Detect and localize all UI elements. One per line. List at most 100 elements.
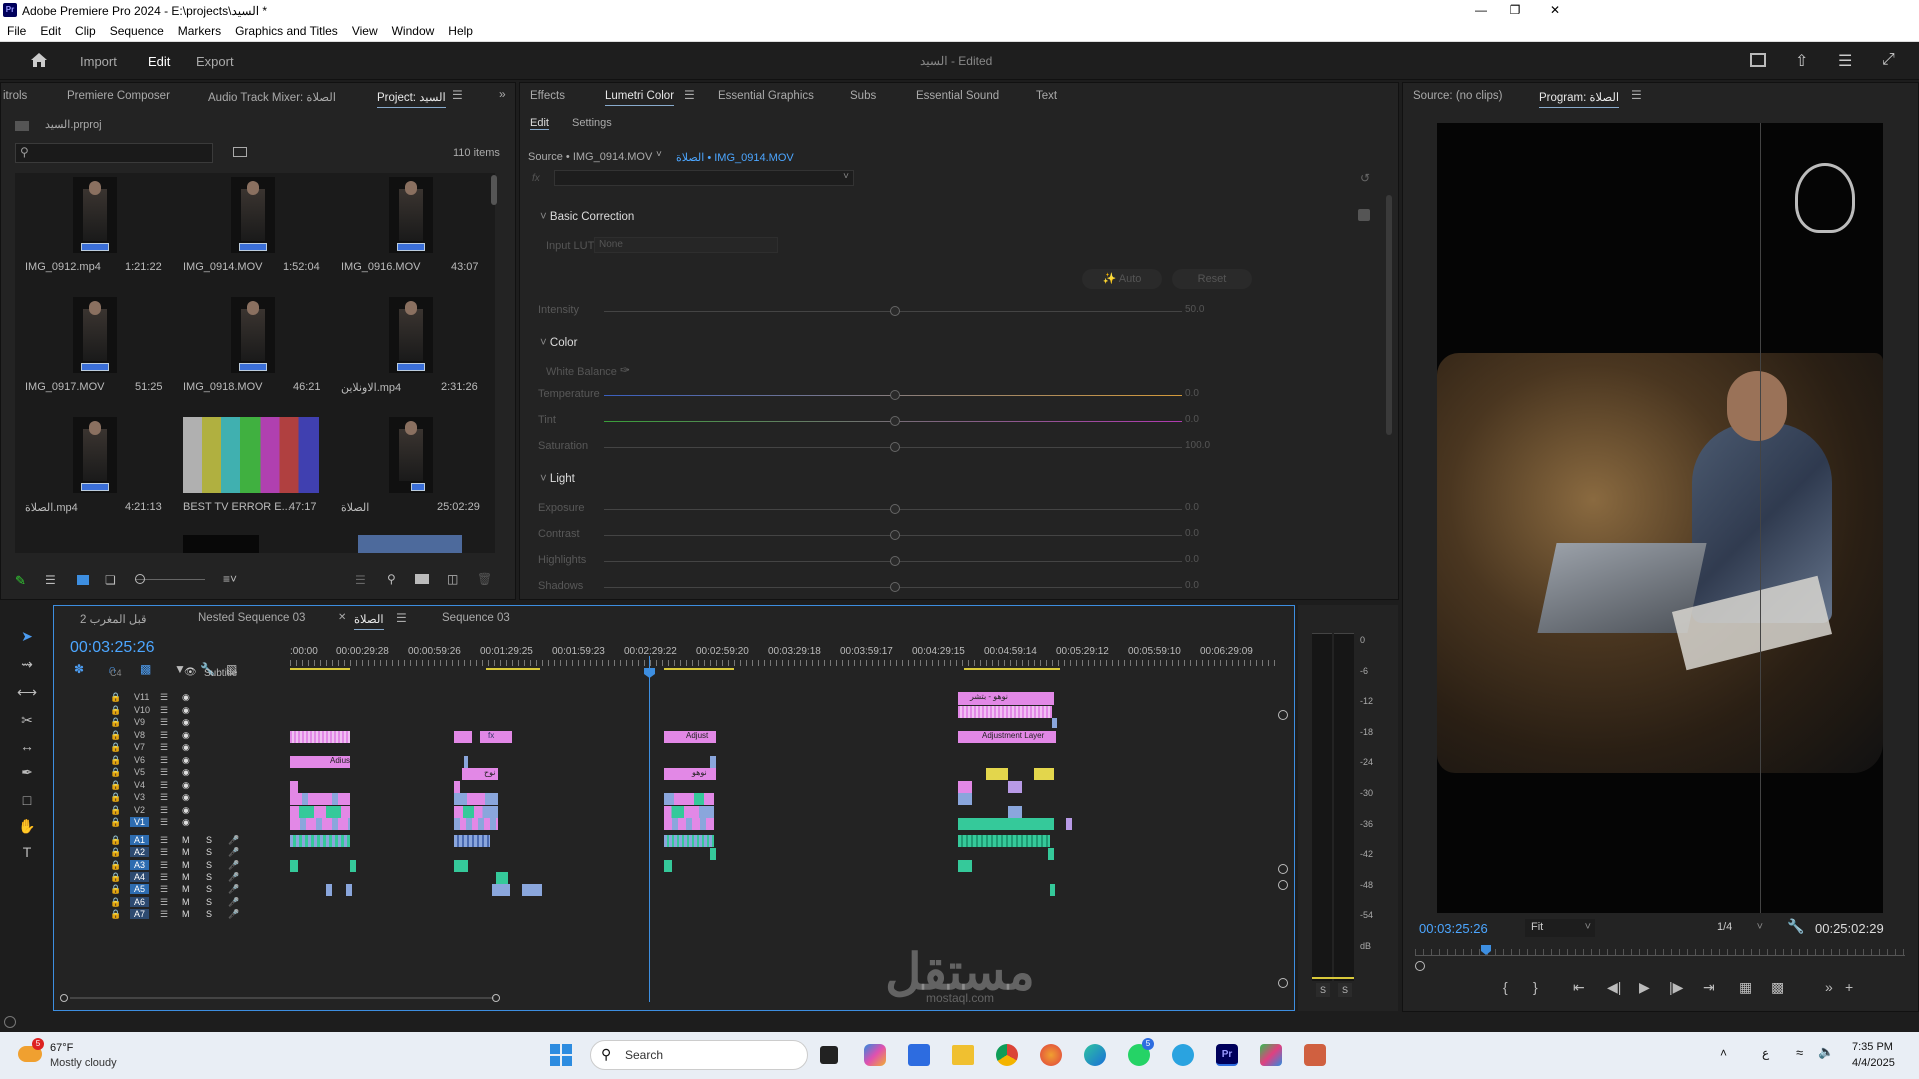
clip-a3[interactable] xyxy=(290,860,298,872)
clip-v8[interactable] xyxy=(454,731,472,743)
track-label[interactable]: A3 xyxy=(130,859,150,870)
sync-lock-icon[interactable]: ☰ xyxy=(160,780,168,791)
section-light[interactable]: ˅ Light xyxy=(540,473,575,485)
timeline-timecode[interactable]: 00:03:25:26 xyxy=(70,639,155,657)
firefox-icon[interactable] xyxy=(1040,1044,1062,1066)
menu-sequence[interactable]: Sequence xyxy=(103,22,171,38)
workspaces-menu-icon[interactable]: ☰ xyxy=(1838,51,1852,71)
sync-lock-icon[interactable]: ☰ xyxy=(160,805,168,816)
sync-lock-icon[interactable]: ☰ xyxy=(160,872,168,883)
app-icon[interactable] xyxy=(1304,1044,1326,1066)
video-track-header[interactable]: 🔒 V4 ☰ ◉ xyxy=(84,780,284,792)
lock-icon[interactable]: 🔒 xyxy=(110,860,121,871)
solo-button[interactable]: S xyxy=(206,872,212,882)
eye-icon[interactable]: ◉ xyxy=(182,780,190,791)
reset-effect-icon[interactable]: ↺ xyxy=(1360,171,1370,185)
menu-markers[interactable]: Markers xyxy=(171,22,228,38)
voiceover-mic-icon[interactable]: 🎤 xyxy=(228,835,239,846)
menu-file[interactable]: File xyxy=(0,22,33,38)
voiceover-mic-icon[interactable]: 🎤 xyxy=(228,860,239,871)
sync-lock-icon[interactable]: ☰ xyxy=(160,717,168,728)
automate-icon[interactable]: ☰ xyxy=(355,573,366,587)
fit-dropdown[interactable]: Fit ˅ xyxy=(1525,919,1595,937)
contrast-slider[interactable]: Contrast 0.0 xyxy=(520,525,1380,545)
sync-lock-icon[interactable]: ☰ xyxy=(160,835,168,846)
copilot-icon[interactable] xyxy=(864,1044,886,1066)
new-bin-icon[interactable] xyxy=(415,574,429,584)
minimize-button[interactable]: — xyxy=(1466,0,1496,22)
clip-a1[interactable] xyxy=(664,835,714,847)
solo-button[interactable]: S xyxy=(206,897,212,907)
clip-v6[interactable] xyxy=(464,756,468,768)
chrome-icon[interactable] xyxy=(996,1044,1018,1066)
lock-icon[interactable]: 🔒 xyxy=(110,692,121,703)
resolution-dropdown[interactable]: 1/4 ˅ xyxy=(1711,919,1767,937)
home-icon[interactable] xyxy=(30,52,48,68)
eyedropper-icon[interactable]: ✑ xyxy=(620,363,630,377)
app-icon[interactable] xyxy=(1260,1044,1282,1066)
eye-icon[interactable]: ◉ xyxy=(182,792,190,803)
icon-view-icon[interactable] xyxy=(77,575,89,585)
eye-icon[interactable]: ◉ xyxy=(182,817,190,828)
video-track-header[interactable]: 🔒 V6 ☰ ◉ xyxy=(84,755,284,767)
clock-date[interactable]: 4/4/2025 xyxy=(1852,1057,1895,1069)
clip-a1[interactable] xyxy=(454,835,490,847)
razor-tool-icon[interactable]: ✂ xyxy=(14,708,40,732)
type-tool-icon[interactable]: T xyxy=(14,840,40,864)
lock-icon[interactable]: 🔒 xyxy=(110,780,121,791)
tab-controls[interactable]: itrols xyxy=(3,90,27,102)
audio-track-header[interactable]: 🔒 A5 ☰ M S 🎤 xyxy=(84,884,284,896)
exposure-slider[interactable]: Exposure 0.0 xyxy=(520,499,1380,519)
go-to-out-icon[interactable]: ⇥ xyxy=(1703,979,1715,996)
clip-a3[interactable] xyxy=(454,860,468,872)
work-area-bar[interactable] xyxy=(486,668,540,670)
playhead-handle[interactable] xyxy=(644,668,655,678)
section-basic-correction[interactable]: ˅ Basic Correction xyxy=(540,211,634,223)
lock-icon[interactable]: 🔒 xyxy=(110,909,121,920)
extract-icon[interactable]: ▩ xyxy=(1771,979,1784,996)
clip-a5[interactable] xyxy=(492,884,510,896)
auto-button[interactable]: ✨ Auto xyxy=(1082,269,1162,289)
input-lut-dropdown[interactable]: None xyxy=(594,237,778,253)
sync-lock-icon[interactable]: ☰ xyxy=(160,742,168,753)
linked-selection-icon[interactable]: ▩ xyxy=(140,662,151,676)
microsoft-store-icon[interactable] xyxy=(908,1044,930,1066)
audio-scroll-handle[interactable] xyxy=(1278,880,1288,890)
lock-icon[interactable]: 🔒 xyxy=(110,792,121,803)
video-track-header[interactable]: 🔒 V11 ☰ ◉ xyxy=(84,692,284,704)
tab-premiere-composer[interactable]: Premiere Composer xyxy=(67,90,170,102)
telegram-icon[interactable] xyxy=(1172,1044,1194,1066)
work-area-bar[interactable] xyxy=(664,668,734,670)
premiere-taskbar-icon[interactable]: Pr xyxy=(1216,1044,1238,1066)
clip-v8[interactable] xyxy=(290,731,350,743)
sync-lock-icon[interactable]: ☰ xyxy=(160,897,168,908)
lock-icon[interactable]: 🔒 xyxy=(110,897,121,908)
panel-menu-icon[interactable]: ☰ xyxy=(452,88,463,102)
meter-solo-right[interactable]: S xyxy=(1338,983,1352,997)
mute-button[interactable]: M xyxy=(182,884,190,894)
shadows-slider[interactable]: Shadows 0.0 xyxy=(520,577,1380,597)
clip-v1[interactable] xyxy=(664,818,714,830)
menu-help[interactable]: Help xyxy=(441,22,480,38)
sync-lock-icon[interactable]: ☰ xyxy=(160,767,168,778)
clip-v5-nawh[interactable]: نوح xyxy=(462,768,498,780)
clip-v4[interactable] xyxy=(1008,781,1022,793)
sync-lock-icon[interactable]: ☰ xyxy=(160,847,168,858)
lift-icon[interactable]: ▦ xyxy=(1739,979,1752,996)
panel-menu-icon[interactable]: ☰ xyxy=(396,611,407,625)
temperature-slider[interactable]: Temperature 0.0 xyxy=(520,385,1380,405)
track-label[interactable]: V3 xyxy=(130,792,149,802)
tab-project[interactable]: Project: السيد xyxy=(377,90,446,108)
lock-icon[interactable]: 🔒 xyxy=(110,755,121,766)
tab-subs[interactable]: Subs xyxy=(850,90,876,102)
lock-icon[interactable]: 🔒 xyxy=(110,884,121,895)
clip-v8-adjust[interactable]: Adjust xyxy=(664,731,716,743)
subtab-settings[interactable]: Settings xyxy=(572,117,612,129)
scrubber-start-handle[interactable] xyxy=(1415,961,1425,971)
track-label[interactable]: V4 xyxy=(130,780,149,790)
track-label[interactable]: V10 xyxy=(130,705,154,715)
meter-solo-left[interactable]: S xyxy=(1316,983,1330,997)
audio-track-header[interactable]: 🔒 A1 ☰ M S 🎤 xyxy=(84,835,284,847)
tab-nested-sequence-03[interactable]: Nested Sequence 03 xyxy=(198,612,305,624)
intensity-slider[interactable]: Intensity 50.0 xyxy=(520,301,1380,321)
